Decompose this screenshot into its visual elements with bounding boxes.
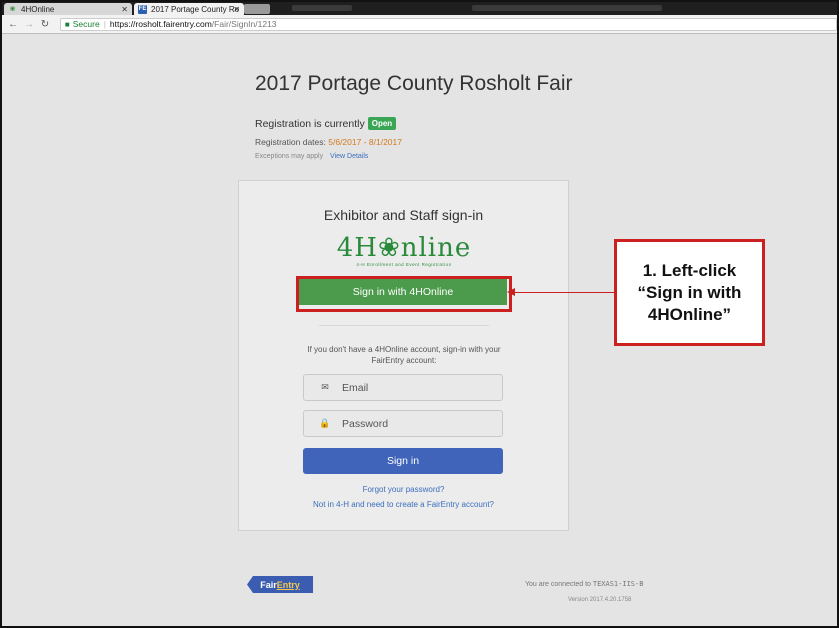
- annotation-arrowhead: [507, 288, 515, 296]
- close-tab-icon[interactable]: ✕: [121, 5, 128, 14]
- email-field[interactable]: ✉ Email: [303, 374, 503, 401]
- version-label: Version 2017.4.20.1758: [568, 597, 632, 603]
- blurred-area: [292, 5, 352, 11]
- create-account-link[interactable]: Not in 4-H and need to create a FairEntr…: [239, 500, 568, 509]
- forward-arrow-icon[interactable]: →: [24, 19, 34, 30]
- fairentry-icon: FE: [138, 4, 147, 14]
- registration-status-line: Registration is currently Open: [255, 117, 397, 130]
- url-path: /Fair/SignIn/1213: [211, 19, 277, 29]
- reload-icon[interactable]: ↻: [40, 19, 50, 30]
- address-bar: ← → ↻ ■ Secure | https://rosholt.fairent…: [2, 15, 837, 34]
- close-tab-icon[interactable]: ✕: [233, 5, 240, 14]
- annotation-callout: 1. Left-click “Sign in with 4HOnline”: [614, 239, 765, 346]
- password-field[interactable]: 🔒 Password: [303, 410, 503, 437]
- server-info: You are connected to TEXAS1-IIS-B: [525, 580, 644, 588]
- lock-icon: 🔒: [319, 418, 331, 428]
- lock-icon: ■: [64, 19, 70, 29]
- 4h-clover-icon: ❀: [9, 5, 16, 13]
- blurred-area: [472, 5, 662, 11]
- new-tab-button[interactable]: [244, 4, 270, 14]
- secure-label: Secure: [72, 19, 100, 29]
- sign-in-button[interactable]: Sign in: [303, 448, 503, 474]
- envelope-icon: ✉: [321, 382, 329, 392]
- registration-dates: Registration dates: 5/6/2017 - 8/1/2017: [255, 137, 402, 147]
- fairentry-logo[interactable]: Fair Entry: [247, 576, 313, 593]
- fairentry-info-text: If you don't have a 4HOnline account, si…: [307, 345, 501, 365]
- browser-tab-strip: ❀ 4HOnline ✕ FE 2017 Portage County Ro ✕: [2, 2, 837, 15]
- signin-heading: Exhibitor and Staff sign-in: [323, 207, 484, 223]
- back-arrow-icon[interactable]: ←: [8, 19, 18, 30]
- status-badge: Open: [367, 117, 397, 130]
- exceptions-note: Exceptions may apply View Details: [255, 153, 369, 160]
- tab-4honline[interactable]: ❀ 4HOnline ✕: [4, 3, 132, 15]
- divider: [319, 325, 489, 326]
- forgot-password-link[interactable]: Forgot your password?: [239, 485, 568, 494]
- screenshot-frame: ❀ 4HOnline ✕ FE 2017 Portage County Ro ✕…: [0, 0, 839, 628]
- view-details-link[interactable]: View Details: [330, 153, 368, 160]
- url-host: https://rosholt.fairentry.com: [109, 19, 212, 29]
- annotation-arrow: [514, 292, 614, 293]
- 4honline-logo: 4H❀nline 4-H Enrollment and Event Regist…: [336, 233, 472, 267]
- page-title: 2017 Portage County Rosholt Fair: [255, 72, 573, 95]
- url-field[interactable]: ■ Secure | https://rosholt.fairentry.com…: [59, 17, 837, 31]
- signin-card: Exhibitor and Staff sign-in 4H❀nline 4-H…: [238, 180, 569, 531]
- highlight-box: [296, 276, 512, 312]
- tab-fairentry[interactable]: FE 2017 Portage County Ro ✕: [134, 3, 244, 15]
